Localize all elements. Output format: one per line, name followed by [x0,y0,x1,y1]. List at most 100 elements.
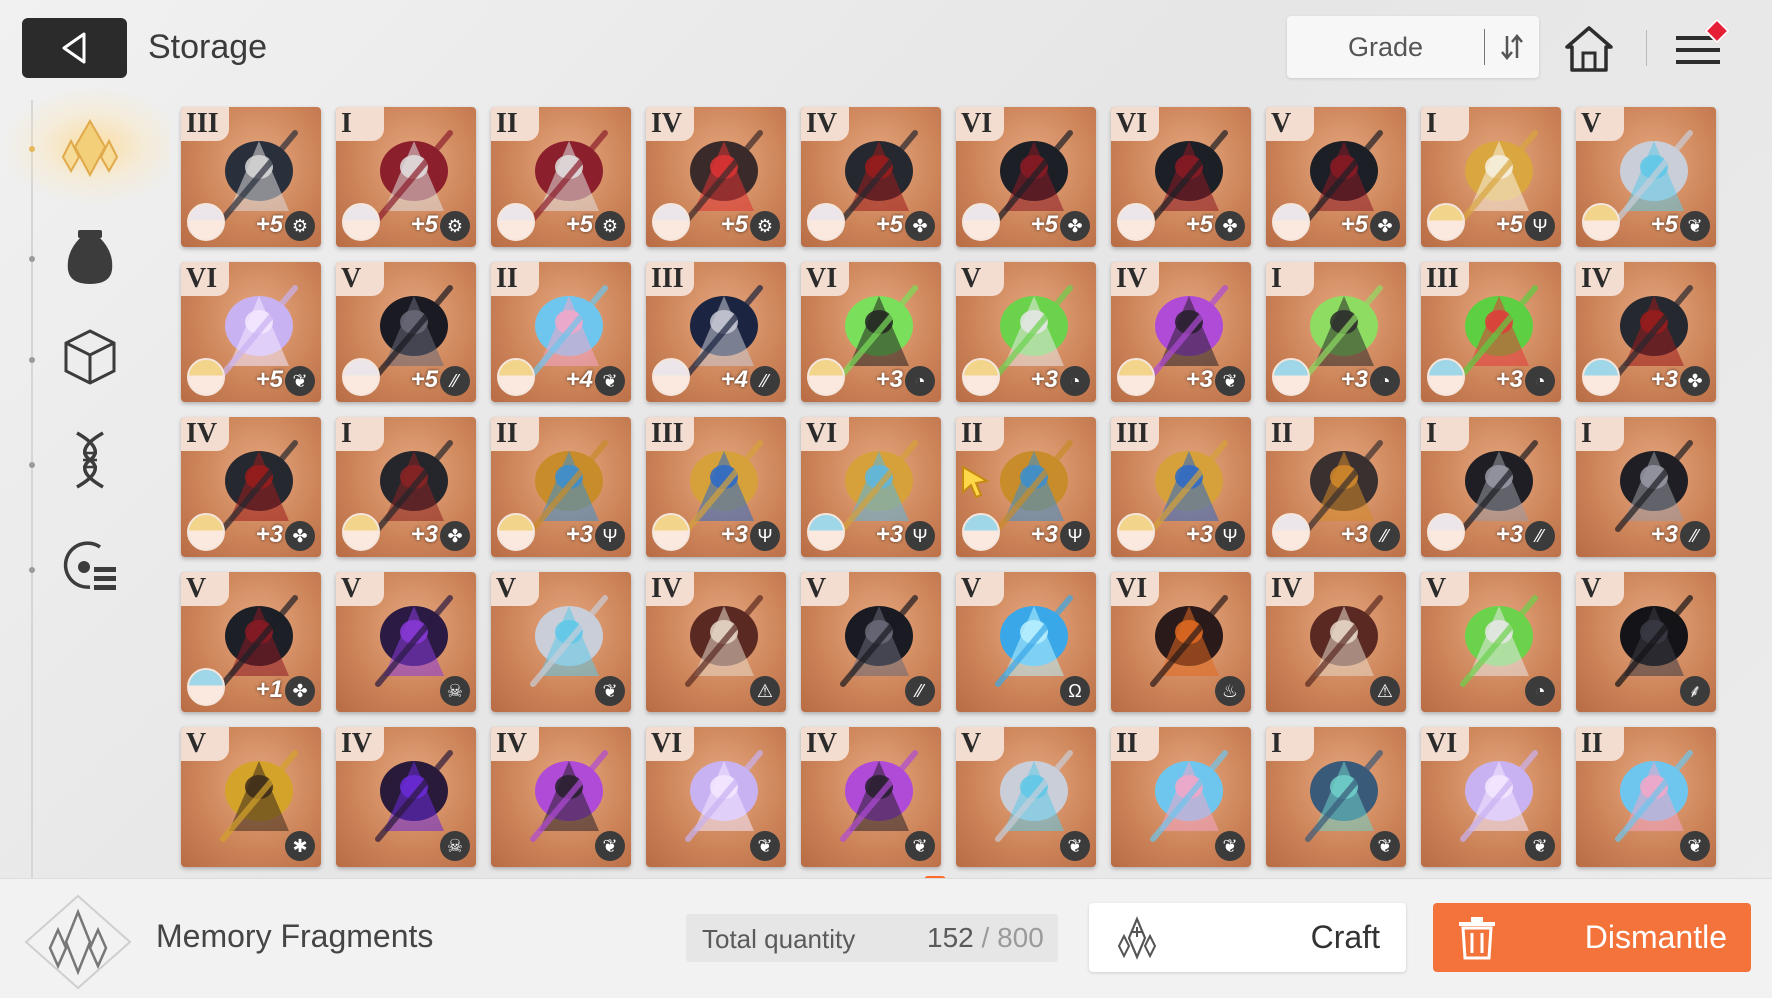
item-card[interactable]: VΩ [956,572,1096,712]
sort-order-button[interactable] [1485,16,1539,78]
sidebar-tab-memory-fragments[interactable] [52,110,128,186]
character-portrait [497,513,535,551]
item-card[interactable]: VI ❦ [1421,727,1561,867]
item-card[interactable]: III +5 ⚙ [181,107,321,247]
crystal-icon [61,118,119,178]
attribute-icon: ❦ [905,831,935,861]
item-card[interactable]: IV ☠ [336,727,476,867]
item-grid: III +5 ⚙ I +5 ⚙ II +5 ⚙ IV +5 ⚙ IV +5 ✤ VI +5 ✤ VI +5 ✤ V +5 ✤ I… [181,107,1717,867]
item-card[interactable]: II ❦ [1111,727,1251,867]
item-card[interactable]: II +3 Ψ [491,417,631,557]
item-card[interactable]: VI ❦ [646,727,786,867]
item-card[interactable]: IV ❦ [801,727,941,867]
item-card[interactable]: V ❦ [956,727,1096,867]
item-card[interactable]: VI +5 ✤ [956,107,1096,247]
item-card[interactable]: V +1 ✤ [181,572,321,712]
enhancement-level: +5 [1650,211,1678,238]
craft-button[interactable]: Craft [1089,903,1406,972]
enhancement-level: +5 [1030,211,1058,238]
item-card[interactable]: VI +5 ✤ [1111,107,1251,247]
item-card[interactable]: I +3 ⁄⁄ [1576,417,1716,557]
item-card[interactable]: V +5 ✤ [1266,107,1406,247]
item-card[interactable]: II +4 ❦ [491,262,631,402]
attribute-icon: ✤ [1060,211,1090,241]
character-portrait [1117,358,1155,396]
attribute-icon: ❦ [1525,831,1555,861]
item-card[interactable]: V +5 ❦ [1576,107,1716,247]
item-card[interactable]: V ✱ [181,727,321,867]
attribute-icon: ⸙ [1680,676,1710,706]
attribute-icon: ⁄⁄ [440,366,470,396]
item-card[interactable]: III +4 ⁄⁄ [646,262,786,402]
sidebar-tab-pouch[interactable] [52,218,128,294]
character-portrait [962,358,1000,396]
item-card[interactable]: I +5 ⚙ [336,107,476,247]
attribute-icon: ⁄⁄ [1680,521,1710,551]
item-card[interactable]: VI ♨ [1111,572,1251,712]
item-card[interactable]: IV ⚠ [646,572,786,712]
item-card[interactable]: I +3 ⁄⁄ [1421,417,1561,557]
item-card[interactable]: V +5 ⁄⁄ [336,262,476,402]
item-card[interactable]: IV +5 ⚙ [646,107,786,247]
item-card[interactable]: VI +3 ◔ [801,262,941,402]
home-icon [1565,26,1613,72]
character-portrait [652,203,690,241]
sort-dropdown[interactable]: Grade [1287,32,1484,63]
item-card[interactable]: V ◔ [1421,572,1561,712]
item-card[interactable]: IV +3 ❦ [1111,262,1251,402]
item-card[interactable]: I +3 ✤ [336,417,476,557]
item-card[interactable]: V +3 ◔ [956,262,1096,402]
enhancement-level: +5 [565,211,593,238]
enhancement-level: +5 [1340,211,1368,238]
enhancement-level: +3 [1185,366,1213,393]
item-card[interactable]: IV +5 ✤ [801,107,941,247]
item-card[interactable]: V ☠ [336,572,476,712]
attribute-icon: ❦ [750,831,780,861]
item-card[interactable]: IV ⚠ [1266,572,1406,712]
character-portrait [342,513,380,551]
enhancement-level: +5 [410,211,438,238]
item-card[interactable]: IV ❦ [491,727,631,867]
character-portrait [962,203,1000,241]
character-portrait [187,513,225,551]
enhancement-level: +3 [1495,521,1523,548]
enhancement-level: +3 [1650,366,1678,393]
enhancement-level: +3 [875,366,903,393]
item-card[interactable]: IV +3 ✤ [181,417,321,557]
item-card[interactable]: VI +3 Ψ [801,417,941,557]
item-card[interactable]: II +5 ⚙ [491,107,631,247]
item-card[interactable]: III +3 ◔ [1421,262,1561,402]
item-card[interactable]: II +3 ⁄⁄ [1266,417,1406,557]
item-card[interactable]: I +3 ◔ [1266,262,1406,402]
item-card[interactable]: II ❦ [1576,727,1716,867]
home-button[interactable] [1562,22,1616,76]
attribute-icon: ⁄⁄ [1525,521,1555,551]
menu-button[interactable] [1670,18,1730,78]
item-card[interactable]: III +3 Ψ [1111,417,1251,557]
sidebar-dot [29,146,35,152]
item-card[interactable]: I ❦ [1266,727,1406,867]
enhancement-level: +5 [875,211,903,238]
sidebar-tab-dna[interactable] [52,422,128,498]
item-card[interactable]: V ⁄⁄ [801,572,941,712]
item-card[interactable]: I +5 Ψ [1421,107,1561,247]
item-card[interactable]: III +3 Ψ [646,417,786,557]
character-portrait [652,358,690,396]
sidebar-tab-cube[interactable] [52,318,128,394]
enhancement-level: +5 [1185,211,1213,238]
character-portrait [187,203,225,241]
back-button[interactable] [22,18,127,78]
dismantle-button[interactable]: Dismantle [1433,903,1751,972]
item-card[interactable]: V ⸙ [1576,572,1716,712]
item-card[interactable]: VI +5 ❦ [181,262,321,402]
attribute-icon: ❦ [1680,211,1710,241]
attribute-icon: ✤ [285,676,315,706]
sidebar-tab-records[interactable] [52,528,128,604]
item-card[interactable]: V ❦ [491,572,631,712]
attribute-icon: ⚙ [595,211,625,241]
item-card[interactable]: IV +3 ✤ [1576,262,1716,402]
attribute-icon: ☠ [440,676,470,706]
attribute-icon: ❦ [595,831,625,861]
sidebar-dot [29,462,35,468]
attribute-icon: ✤ [285,521,315,551]
